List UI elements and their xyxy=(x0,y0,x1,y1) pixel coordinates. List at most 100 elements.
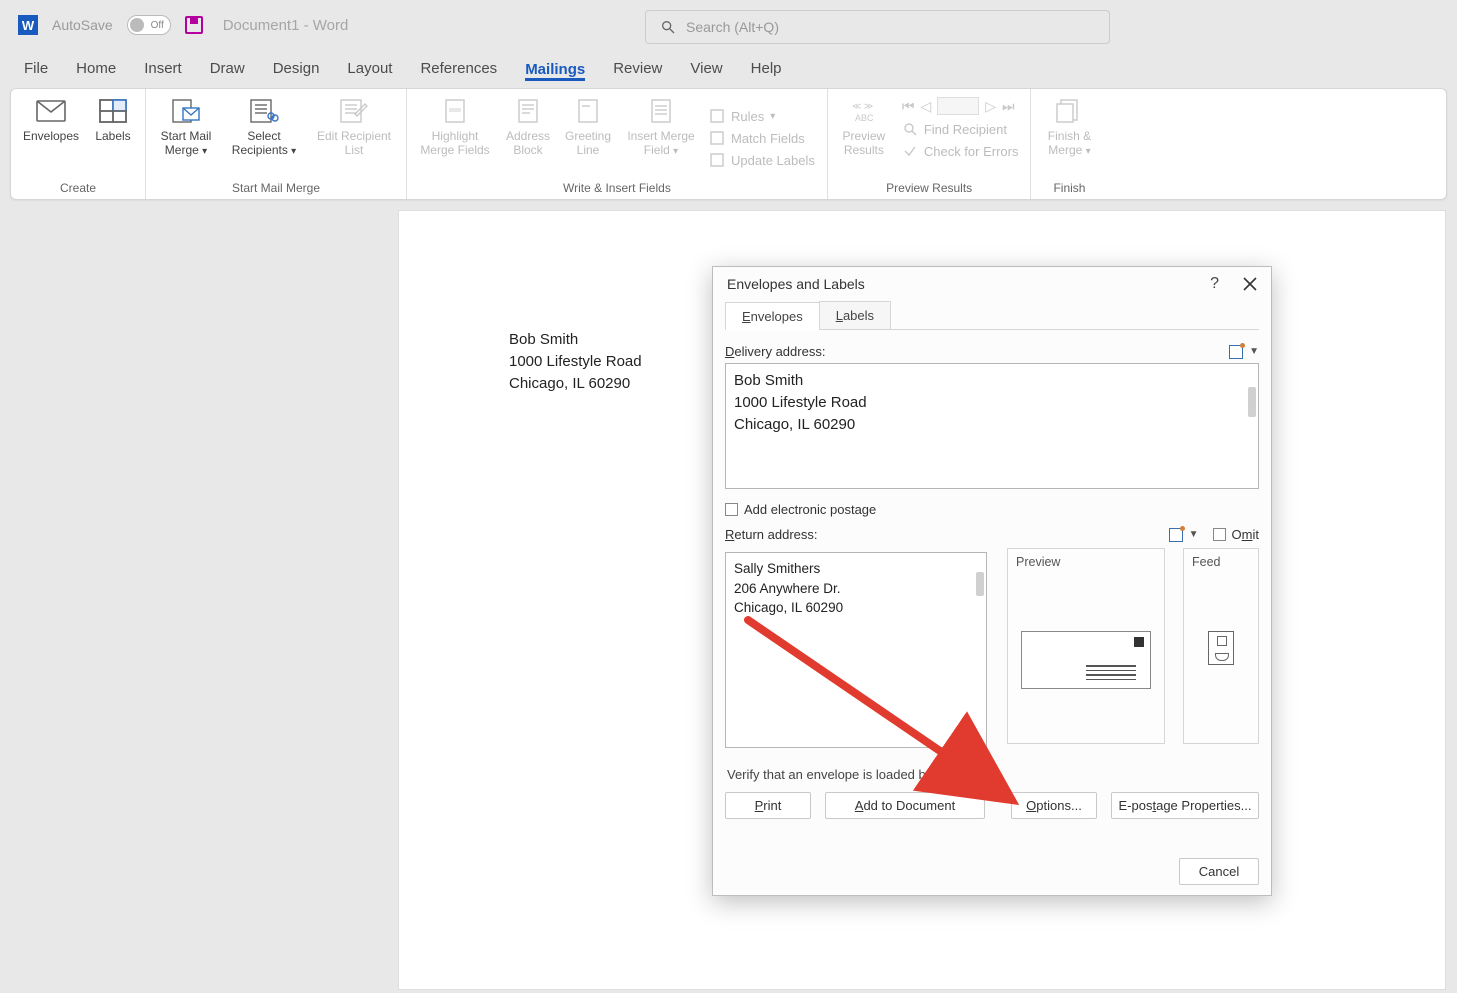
return-address-book-button[interactable]: ▼ xyxy=(1169,528,1199,542)
delivery-address-input[interactable] xyxy=(725,363,1259,489)
dialog-help-icon[interactable]: ? xyxy=(1210,275,1219,293)
preview-pane[interactable]: Preview xyxy=(1007,548,1165,744)
word-app-icon: W xyxy=(18,15,38,35)
next-record-icon: ▷ xyxy=(985,98,996,115)
tab-draw[interactable]: Draw xyxy=(210,60,245,79)
options-button[interactable]: Options... xyxy=(1011,792,1097,819)
envelopes-labels-dialog: Envelopes and Labels ? Envelopes Labels … xyxy=(712,266,1272,896)
return-address-input[interactable] xyxy=(725,552,987,748)
feed-tray-icon xyxy=(1208,631,1234,665)
rules-button: Rules ▾ xyxy=(709,108,815,124)
check-icon xyxy=(902,143,918,159)
insert-field-icon xyxy=(645,97,677,125)
group-create-label: Create xyxy=(60,181,96,195)
svg-text:≪ ≫: ≪ ≫ xyxy=(852,101,873,111)
update-labels-icon xyxy=(709,152,725,168)
finish-icon xyxy=(1053,97,1085,125)
add-to-document-button[interactable]: Add to Document xyxy=(825,792,985,819)
chevron-down-icon: ▼ xyxy=(1189,529,1199,540)
add-electronic-postage-checkbox[interactable]: Add electronic postage xyxy=(725,502,1259,517)
tab-view[interactable]: View xyxy=(690,60,722,79)
autosave-toggle[interactable]: Off xyxy=(127,15,171,35)
prev-record-icon: ◁ xyxy=(920,98,931,115)
tab-file[interactable]: File xyxy=(24,60,48,79)
envelope-preview-icon xyxy=(1021,631,1151,689)
check-errors-button: Check for Errors xyxy=(902,143,1019,159)
labels-icon xyxy=(97,97,129,125)
autosave-label: AutoSave xyxy=(52,17,113,33)
omit-label: Omit xyxy=(1232,527,1259,542)
preview-results-label: Preview Results xyxy=(834,129,894,158)
tab-references[interactable]: References xyxy=(420,60,497,79)
print-button[interactable]: Print xyxy=(725,792,811,819)
return-address-label: Return address: xyxy=(725,527,818,542)
envelopes-button[interactable]: Envelopes xyxy=(17,93,85,179)
envelopes-label: Envelopes xyxy=(23,129,79,143)
edit-recipient-list-button: Edit Recipient List xyxy=(308,93,400,179)
tab-design[interactable]: Design xyxy=(273,60,320,79)
verify-text: Verify that an envelope is loaded before… xyxy=(727,767,1257,782)
omit-checkbox[interactable]: Omit xyxy=(1213,527,1259,542)
feed-pane[interactable]: Feed xyxy=(1183,548,1259,744)
find-recipient-button: Find Recipient xyxy=(902,121,1019,137)
epostage-properties-button[interactable]: E-postage Properties... xyxy=(1111,792,1259,819)
delivery-address-label: Delivery address: xyxy=(725,344,825,359)
preview-icon: ≪ ≫ABC xyxy=(848,97,880,125)
tab-insert[interactable]: Insert xyxy=(144,60,182,79)
save-icon[interactable] xyxy=(185,16,203,34)
labels-button[interactable]: Labels xyxy=(87,93,139,179)
preview-results-button: ≪ ≫ABC Preview Results xyxy=(834,93,894,179)
document-body-text: Bob Smith 1000 Lifestyle Road Chicago, I… xyxy=(509,329,642,394)
select-recipients-button[interactable]: Select Recipients ▾ xyxy=(222,93,306,179)
group-preview-results: ≪ ≫ABC Preview Results ⏮ ◁ ▷ ⏭ Find Reci… xyxy=(828,89,1032,199)
find-icon xyxy=(902,121,918,137)
preview-pane-label: Preview xyxy=(1016,555,1060,569)
tab-home[interactable]: Home xyxy=(76,60,116,79)
edit-recipient-list-label: Edit Recipient List xyxy=(308,129,400,158)
match-fields-button: Match Fields xyxy=(709,130,815,146)
edit-list-icon xyxy=(338,97,370,125)
tab-review[interactable]: Review xyxy=(613,60,662,79)
toggle-knob-icon xyxy=(130,18,144,32)
group-finish-label: Finish xyxy=(1053,181,1085,195)
highlight-merge-fields-button: Highlight Merge Fields xyxy=(413,93,497,179)
ribbon-tabs: File Home Insert Draw Design Layout Refe… xyxy=(0,50,1457,88)
greeting-icon xyxy=(572,97,604,125)
tab-help[interactable]: Help xyxy=(751,60,782,79)
start-mail-merge-button[interactable]: Start Mail Merge ▾ xyxy=(152,93,220,179)
group-start-label: Start Mail Merge xyxy=(232,181,320,195)
group-create: Envelopes Labels Create xyxy=(11,89,146,199)
feed-pane-label: Feed xyxy=(1192,555,1221,569)
search-icon xyxy=(660,19,676,35)
dialog-close-icon[interactable] xyxy=(1243,277,1257,291)
ribbon: Envelopes Labels Create xyxy=(10,88,1447,200)
tab-envelopes[interactable]: Envelopes xyxy=(725,302,820,330)
document-title: Document1 - Word xyxy=(223,17,349,34)
dialog-title: Envelopes and Labels xyxy=(727,276,865,292)
scrollbar-thumb[interactable] xyxy=(976,572,984,596)
dialog-titlebar: Envelopes and Labels ? xyxy=(713,267,1271,301)
highlight-label: Highlight Merge Fields xyxy=(413,129,497,158)
address-block-icon xyxy=(512,97,544,125)
checkbox-icon xyxy=(725,503,738,516)
last-record-icon: ⏭ xyxy=(1002,98,1015,115)
insert-field-label: Insert Merge Field ▾ xyxy=(619,129,703,158)
search-placeholder: Search (Alt+Q) xyxy=(686,19,779,35)
greeting-label: Greeting Line xyxy=(559,129,617,158)
tab-mailings[interactable]: Mailings xyxy=(525,61,585,81)
mail-merge-icon xyxy=(170,97,202,125)
tab-layout[interactable]: Layout xyxy=(347,60,392,79)
scrollbar-thumb[interactable] xyxy=(1248,387,1256,417)
group-start-mail-merge: Start Mail Merge ▾ Select Recipients ▾ xyxy=(146,89,407,199)
search-box[interactable]: Search (Alt+Q) xyxy=(645,10,1110,44)
finish-merge-button: Finish & Merge ▾ xyxy=(1037,93,1101,179)
rules-icon xyxy=(709,108,725,124)
address-block-label: Address Block xyxy=(499,129,557,158)
delivery-address-book-button[interactable]: ▼ xyxy=(1229,345,1259,359)
autosave-toggle-state: Off xyxy=(151,20,164,31)
tab-labels[interactable]: Labels xyxy=(819,301,891,329)
group-write-insert: Highlight Merge Fields Address Block Gre… xyxy=(407,89,828,199)
select-recipients-label: Select Recipients ▾ xyxy=(222,129,306,158)
cancel-button[interactable]: Cancel xyxy=(1179,858,1259,885)
address-book-icon xyxy=(1229,345,1243,359)
